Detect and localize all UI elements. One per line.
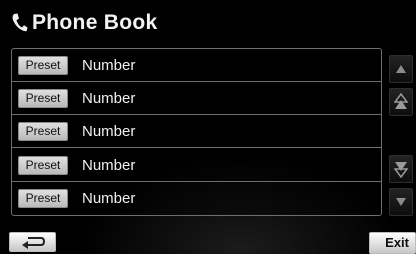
page-up-button[interactable] <box>389 88 413 116</box>
header: Phone Book <box>10 8 158 38</box>
return-arrow-icon <box>21 237 45 249</box>
preset-button[interactable]: Preset <box>18 56 68 75</box>
list-item[interactable]: Preset Number <box>12 182 381 215</box>
bottom-bar: Exit <box>0 232 416 254</box>
preset-button[interactable]: Preset <box>18 156 68 175</box>
page-down-icon <box>394 162 408 178</box>
scroll-up-button[interactable] <box>389 55 413 83</box>
preset-button[interactable]: Preset <box>18 89 68 108</box>
entry-number: Number <box>82 190 136 207</box>
list-item[interactable]: Preset Number <box>12 49 381 82</box>
back-button[interactable] <box>9 232 56 252</box>
entry-number: Number <box>82 57 136 74</box>
entry-number: Number <box>82 90 136 107</box>
list-item[interactable]: Preset Number <box>12 82 381 115</box>
scroll-down-button[interactable] <box>389 188 413 216</box>
preset-button[interactable]: Preset <box>18 189 68 208</box>
page-title: Phone Book <box>32 11 158 34</box>
entry-number: Number <box>82 157 136 174</box>
phone-book-list: Preset Number Preset Number Preset Numbe… <box>11 48 382 216</box>
scroll-up-icon <box>396 65 406 73</box>
exit-button[interactable]: Exit <box>369 232 416 254</box>
scroll-down-icon <box>396 198 406 206</box>
list-item[interactable]: Preset Number <box>12 149 381 182</box>
preset-button[interactable]: Preset <box>18 122 68 141</box>
list-item[interactable]: Preset Number <box>12 115 381 148</box>
page-down-button[interactable] <box>389 155 413 183</box>
entry-number: Number <box>82 123 136 140</box>
phone-handset-icon <box>12 13 28 32</box>
page-up-icon <box>394 93 408 109</box>
